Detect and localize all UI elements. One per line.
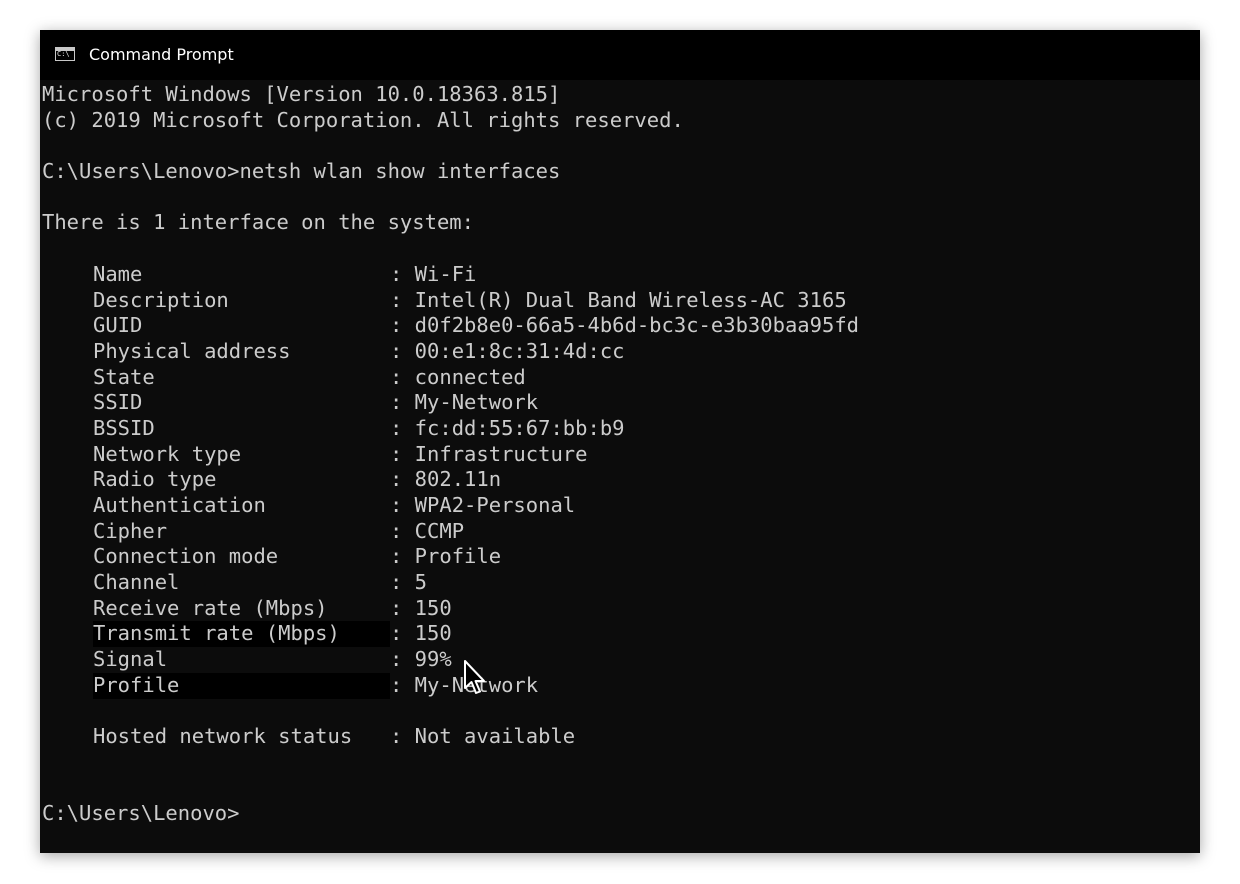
field-label: BSSID bbox=[93, 415, 155, 440]
field-label: Description bbox=[93, 287, 229, 312]
version-line: Microsoft Windows [Version 10.0.18363.81… bbox=[42, 82, 561, 106]
field-label: Profile bbox=[93, 672, 390, 699]
field-value: : Infrastructure bbox=[390, 441, 588, 466]
field-value: : 5 bbox=[390, 570, 428, 595]
field-row-bssid: BSSID : fc:dd:55:67:bb:b9 bbox=[42, 416, 859, 442]
field-value: : Profile bbox=[390, 544, 502, 569]
mouse-pointer-icon bbox=[464, 660, 485, 694]
field-value: : 150 bbox=[390, 621, 452, 646]
command-line: C:\Users\Lenovo>netsh wlan show interfac… bbox=[42, 159, 561, 184]
field-label: Physical address bbox=[93, 338, 291, 363]
field-label: GUID bbox=[93, 313, 143, 338]
field-label: Name bbox=[93, 261, 143, 286]
field-value: : Intel(R) Dual Band Wireless-AC 3165 bbox=[390, 287, 847, 312]
field-value: : WPA2-Personal bbox=[390, 493, 576, 517]
field-row-connection-mode: Connection mode : Profile bbox=[42, 544, 859, 570]
field-row-radio-type: Radio type : 802.11n bbox=[42, 467, 859, 493]
field-row-receive-rate: Receive rate (Mbps) : 150 bbox=[42, 596, 859, 622]
field-label: Radio type bbox=[93, 467, 217, 492]
field-value: : 00:e1:8c:31:4d:cc bbox=[390, 338, 625, 363]
field-row-hosted-network-status: Hosted network status : Not available bbox=[42, 724, 859, 750]
field-row-name: Name : Wi-Fi bbox=[42, 262, 859, 288]
field-value: : 99% bbox=[390, 647, 452, 672]
field-row-description: Description : Intel(R) Dual Band Wireless… bbox=[42, 288, 859, 314]
field-label: Authentication bbox=[93, 493, 266, 517]
field-row-physical-address: Physical address : 00:e1:8c:31:4d:cc bbox=[42, 339, 859, 365]
window-title: Command Prompt bbox=[89, 45, 234, 64]
field-label: State bbox=[93, 364, 155, 389]
copyright-line: (c) 2019 Microsoft Corporation. All righ… bbox=[42, 107, 684, 132]
summary-line: There is 1 interface on the system: bbox=[42, 210, 474, 235]
field-value: : My-Network bbox=[390, 390, 539, 415]
field-value: : fc:dd:55:67:bb:b9 bbox=[390, 415, 625, 440]
field-label: SSID bbox=[93, 390, 143, 415]
field-value: : CCMP bbox=[390, 518, 465, 543]
field-row-network-type: Network type : Infrastructure bbox=[42, 442, 859, 468]
field-row-state: State : connected bbox=[42, 365, 859, 391]
command-prompt-line[interactable]: C:\Users\Lenovo> bbox=[42, 801, 859, 827]
field-row-transmit-rate: Transmit rate (Mbps): 150 bbox=[42, 621, 859, 648]
field-value: : Wi-Fi bbox=[390, 261, 477, 286]
title-bar[interactable]: C:\ Command Prompt bbox=[40, 30, 1200, 80]
field-label: Hosted network status bbox=[93, 724, 353, 749]
field-row-signal: Signal : 99% bbox=[42, 647, 859, 673]
field-value: : Not available bbox=[390, 724, 576, 749]
interface-fields: Name : Wi-Fi Description : Intel(R) Dual B… bbox=[42, 262, 859, 699]
field-label: Transmit rate (Mbps) bbox=[93, 621, 390, 648]
field-label: Network type bbox=[93, 441, 242, 466]
field-label: Receive rate (Mbps) bbox=[93, 595, 328, 620]
field-value: : 150 bbox=[390, 595, 452, 620]
field-value: : 802.11n bbox=[390, 467, 502, 492]
cmd-icon[interactable]: C:\ bbox=[55, 47, 75, 61]
field-row-channel: Channel : 5 bbox=[42, 570, 859, 596]
field-row-authentication: Authentication : WPA2-Personal bbox=[42, 493, 859, 519]
field-value: : connected bbox=[390, 364, 526, 389]
field-row-profile: Profile: My-Network bbox=[42, 672, 859, 699]
field-value: : d0f2b8e0-66a5-4b6d-bc3c-e3b30baa95fd bbox=[390, 313, 859, 338]
field-row-cipher: Cipher : CCMP bbox=[42, 519, 859, 545]
field-row-ssid: SSID : My-Network bbox=[42, 390, 859, 416]
field-row-guid: GUID : d0f2b8e0-66a5-4b6d-bc3c-e3b30baa95… bbox=[42, 313, 859, 339]
field-label: Connection mode bbox=[93, 544, 279, 569]
field-label: Cipher bbox=[93, 518, 168, 543]
command-prompt-window[interactable]: C:\ Command Prompt Microsoft Windows [Ve… bbox=[40, 30, 1200, 853]
field-label: Signal bbox=[93, 647, 168, 672]
console-output[interactable]: Microsoft Windows [Version 10.0.18363.81… bbox=[42, 82, 859, 827]
field-label: Channel bbox=[93, 570, 180, 595]
